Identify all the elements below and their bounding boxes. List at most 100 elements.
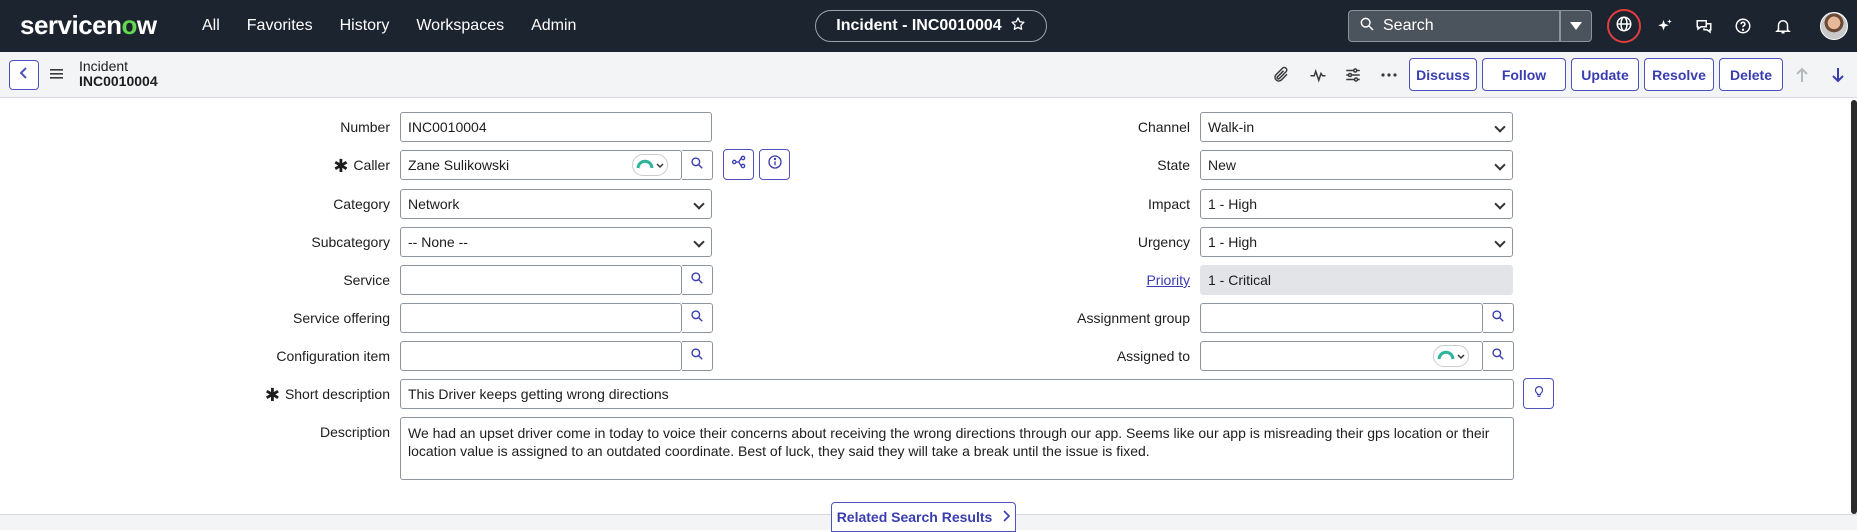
- back-button[interactable]: [9, 60, 39, 90]
- arrow-up-icon[interactable]: [1791, 64, 1813, 86]
- short-description-label: ✱ Short description: [200, 379, 390, 409]
- global-search-input[interactable]: Search: [1348, 10, 1560, 42]
- subcategory-select[interactable]: -- None --: [400, 227, 712, 257]
- search-icon: [690, 347, 704, 366]
- service-label: Service: [343, 272, 390, 288]
- globe-icon: [1615, 15, 1633, 38]
- related-search-label: Related Search Results: [836, 509, 993, 525]
- service-offering-search-button[interactable]: [682, 303, 713, 333]
- menu-all[interactable]: All: [202, 17, 220, 35]
- user-avatar[interactable]: [1820, 12, 1848, 40]
- search-icon: [690, 309, 704, 328]
- configuration-item-input[interactable]: [400, 341, 682, 371]
- vertical-scrollbar[interactable]: [1851, 100, 1857, 514]
- top-navigation-bar: servicenow All Favorites History Workspa…: [0, 0, 1857, 52]
- short-description-input[interactable]: This Driver keeps getting wrong directio…: [400, 379, 1514, 409]
- servicenow-logo[interactable]: servicenow: [20, 10, 157, 41]
- paperclip-icon[interactable]: [1270, 64, 1292, 86]
- agent-swirl-icon: [636, 156, 654, 175]
- follow-button[interactable]: Follow: [1482, 58, 1566, 91]
- related-search-results-button[interactable]: Related Search Results: [831, 502, 1016, 532]
- search-icon: [690, 271, 704, 290]
- impact-select[interactable]: 1 - High: [1200, 189, 1513, 219]
- service-search-button[interactable]: [682, 265, 713, 295]
- urgency-label: Urgency: [1137, 234, 1190, 250]
- sparkle-assist-icon[interactable]: [1652, 13, 1678, 39]
- discuss-button[interactable]: Discuss: [1409, 58, 1477, 91]
- category-label: Category: [333, 196, 390, 212]
- priority-link[interactable]: Priority: [990, 265, 1190, 295]
- activity-pulse-icon[interactable]: [1307, 64, 1329, 86]
- assigned-to-lookup-options[interactable]: [1433, 345, 1469, 367]
- assignment-group-input[interactable]: [1200, 303, 1483, 333]
- menu-history[interactable]: History: [340, 17, 390, 35]
- context-title-pill[interactable]: Incident - INC0010004: [815, 10, 1047, 42]
- chevron-left-icon: [18, 66, 30, 85]
- chevron-down-icon: [656, 156, 664, 174]
- suggestion-button[interactable]: [1523, 378, 1554, 409]
- number-input[interactable]: INC0010004: [400, 112, 712, 142]
- short-description-label-text: Short description: [284, 386, 390, 402]
- chat-icon[interactable]: [1691, 13, 1717, 39]
- state-label: State: [1157, 157, 1190, 173]
- form-context-menu-icon[interactable]: [50, 67, 64, 86]
- service-input[interactable]: [400, 265, 682, 295]
- record-type: Incident: [79, 58, 129, 74]
- menu-admin[interactable]: Admin: [531, 17, 576, 35]
- search-scope-dropdown[interactable]: [1560, 10, 1592, 42]
- context-title: Incident - INC0010004: [836, 17, 1002, 34]
- delete-button[interactable]: Delete: [1719, 58, 1783, 91]
- more-options-icon[interactable]: [1378, 64, 1400, 86]
- description-label: Description: [319, 424, 390, 440]
- configuration-item-search-button[interactable]: [682, 341, 713, 371]
- logo-accent-letter: o: [121, 10, 138, 40]
- logo-text: servicenow: [20, 10, 157, 40]
- chevron-down-icon: [1457, 347, 1465, 365]
- description-textarea[interactable]: We had an upset driver come in today to …: [400, 417, 1514, 480]
- resolve-button[interactable]: Resolve: [1644, 58, 1714, 91]
- help-icon[interactable]: [1730, 13, 1756, 39]
- search-icon: [690, 156, 704, 175]
- caller-lookup-options[interactable]: [632, 154, 668, 176]
- caller-search-button[interactable]: [682, 150, 713, 180]
- menu-favorites[interactable]: Favorites: [247, 17, 313, 35]
- arrow-down-icon[interactable]: [1827, 64, 1849, 86]
- search-icon: [1491, 309, 1505, 328]
- state-select[interactable]: New: [1200, 150, 1513, 180]
- caller-dependencies-button[interactable]: [723, 149, 754, 180]
- caller-label: ✱ Caller: [240, 150, 390, 180]
- language-selector[interactable]: [1607, 9, 1641, 43]
- assigned-to-label: Assigned to: [1116, 348, 1190, 364]
- main-menu: All Favorites History Workspaces Admin: [202, 0, 603, 52]
- mandatory-asterisk-icon: ✱: [264, 385, 280, 405]
- notification-bell-icon[interactable]: [1770, 13, 1796, 39]
- record-number: INC0010004: [79, 73, 158, 89]
- caller-info-button[interactable]: [759, 149, 790, 180]
- hierarchy-icon: [731, 154, 747, 175]
- agent-swirl-icon: [1437, 347, 1455, 366]
- search-icon: [1491, 347, 1505, 366]
- priority-readonly-field: 1 - Critical: [1200, 265, 1513, 295]
- category-select[interactable]: Network: [400, 189, 712, 219]
- urgency-select[interactable]: 1 - High: [1200, 227, 1513, 257]
- star-icon[interactable]: [1010, 16, 1026, 37]
- subcategory-label: Subcategory: [311, 234, 390, 250]
- service-offering-label: Service offering: [292, 310, 390, 326]
- caller-label-text: Caller: [353, 157, 390, 173]
- channel-select[interactable]: Walk-in: [1200, 112, 1513, 142]
- number-label: Number: [340, 119, 390, 135]
- form-header: Incident INC0010004 Discuss Follow Updat…: [0, 52, 1857, 98]
- menu-workspaces[interactable]: Workspaces: [416, 17, 504, 35]
- channel-label: Channel: [1137, 119, 1190, 135]
- caret-down-icon: [1570, 17, 1582, 35]
- assignment-group-search-button[interactable]: [1483, 303, 1514, 333]
- caller-value: Zane Sulikowski: [408, 157, 510, 173]
- lightbulb-icon: [1532, 383, 1546, 404]
- service-offering-input[interactable]: [400, 303, 682, 333]
- assigned-to-search-button[interactable]: [1483, 341, 1514, 371]
- settings-sliders-icon[interactable]: [1342, 64, 1364, 86]
- assignment-group-label: Assignment group: [1077, 310, 1190, 326]
- update-button[interactable]: Update: [1571, 58, 1639, 91]
- chevron-right-icon: [1002, 509, 1011, 525]
- mandatory-asterisk-icon: ✱: [333, 156, 349, 176]
